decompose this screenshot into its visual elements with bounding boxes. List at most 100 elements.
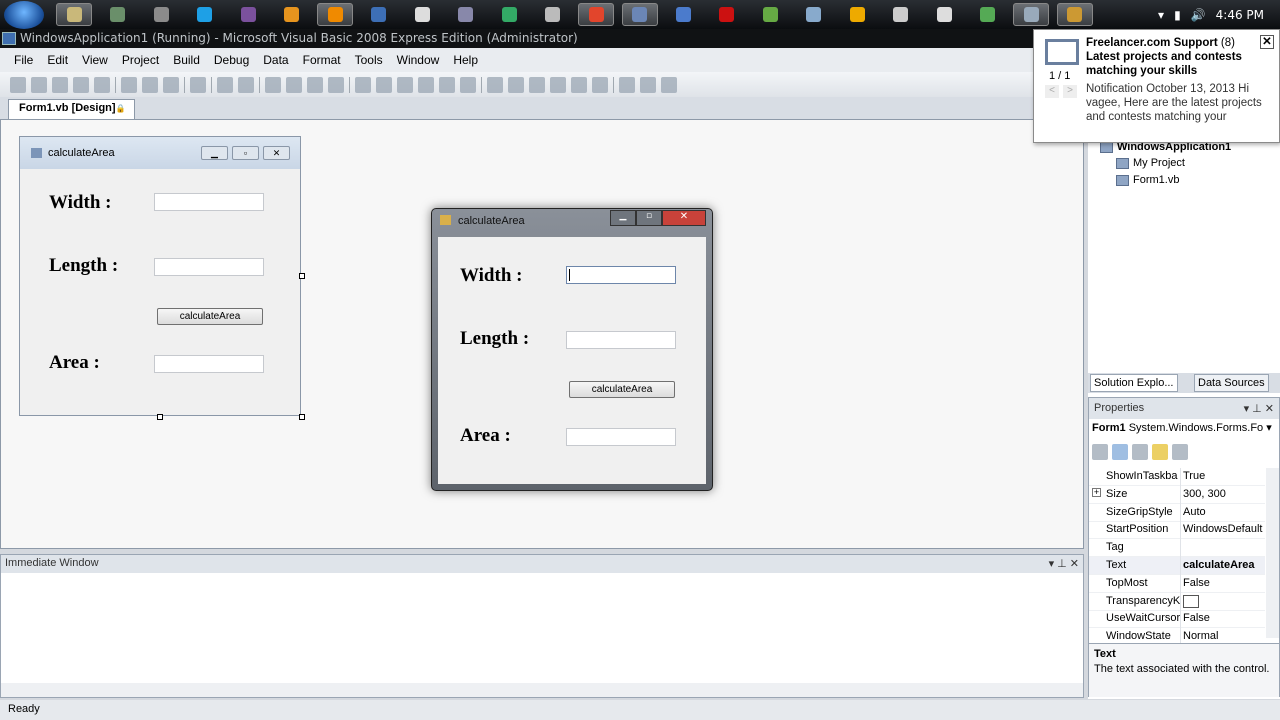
area-textbox[interactable]: [154, 355, 264, 373]
property-row[interactable]: StartPosition WindowsDefault: [1089, 521, 1265, 540]
save-all-icon[interactable]: [94, 76, 110, 93]
tab-solution-explorer[interactable]: Solution Explo...: [1090, 374, 1178, 392]
property-value[interactable]: Normal: [1183, 630, 1265, 642]
property-value[interactable]: calculateArea: [1183, 559, 1265, 571]
open-icon[interactable]: [31, 76, 47, 93]
start-icon[interactable]: [355, 76, 371, 93]
property-value[interactable]: Auto: [1183, 506, 1265, 518]
object-browser-icon[interactable]: [529, 76, 545, 93]
maximize-button[interactable]: ▫: [636, 210, 662, 226]
copy-icon[interactable]: [142, 76, 158, 93]
resize-handle-bottom[interactable]: [157, 414, 163, 420]
resize-handle-right[interactable]: [299, 273, 305, 279]
property-value[interactable]: False: [1183, 612, 1265, 624]
menu-file[interactable]: File: [7, 53, 40, 67]
taskbar-game-icon[interactable]: [752, 3, 788, 26]
find-icon[interactable]: [190, 76, 206, 93]
length-textbox[interactable]: [566, 331, 676, 349]
taskbar-media-icon[interactable]: [274, 3, 310, 26]
navigate-forward-icon[interactable]: [328, 76, 344, 93]
start-button[interactable]: [4, 1, 44, 29]
undo-icon[interactable]: [265, 76, 281, 93]
redo-icon[interactable]: [286, 76, 302, 93]
property-row[interactable]: Tag: [1089, 539, 1265, 558]
properties-icon[interactable]: [508, 76, 524, 93]
taskbar-visual-basic-icon[interactable]: [621, 3, 658, 26]
power-icon[interactable]: ▮: [1174, 8, 1181, 22]
minimize-button[interactable]: ▁: [610, 210, 636, 226]
menu-format[interactable]: Format: [296, 53, 348, 67]
property-pages-icon[interactable]: [1172, 444, 1188, 460]
taskbar-ie-icon[interactable]: [665, 3, 701, 26]
object-selector[interactable]: Form1 System.Windows.Forms.Fo ▾: [1092, 421, 1276, 439]
property-value[interactable]: False: [1183, 577, 1265, 589]
menu-edit[interactable]: Edit: [40, 53, 75, 67]
taskbar-explorer-icon[interactable]: [56, 3, 92, 26]
events-icon[interactable]: [1152, 444, 1168, 460]
menu-view[interactable]: View: [75, 53, 115, 67]
taskbar-tool-icon[interactable]: [448, 3, 484, 26]
step-out-icon[interactable]: [460, 76, 476, 93]
tree-item-form1[interactable]: Form1.vb: [1116, 174, 1179, 186]
property-value[interactable]: True: [1183, 470, 1265, 482]
next-button[interactable]: >: [1063, 85, 1077, 98]
taskbar-skype-icon[interactable]: [187, 3, 223, 26]
taskbar-notes-icon[interactable]: [883, 3, 919, 26]
taskbar-infinity-icon[interactable]: [839, 3, 875, 26]
step-over-icon[interactable]: [439, 76, 455, 93]
property-value[interactable]: 300, 300: [1183, 488, 1265, 500]
panel-controls[interactable]: ▾ ⊥ ✕: [1049, 557, 1079, 571]
output-icon[interactable]: [592, 76, 608, 93]
taskbar-acrobat-icon[interactable]: [709, 3, 745, 26]
close-icon[interactable]: ✕: [1260, 35, 1274, 49]
color-swatch[interactable]: [1183, 594, 1199, 608]
taskbar-network-icon[interactable]: [143, 3, 179, 26]
property-row[interactable]: SizeGripStyle Auto: [1089, 503, 1265, 522]
menu-window[interactable]: Window: [390, 53, 447, 67]
taskbar-document-icon[interactable]: [1013, 3, 1049, 26]
taskbar-android-icon[interactable]: [970, 3, 1006, 26]
taskbar-color-app-icon[interactable]: [491, 3, 527, 26]
property-value[interactable]: WindowsDefault: [1183, 523, 1265, 535]
paste-icon[interactable]: [163, 76, 179, 93]
pause-icon[interactable]: [376, 76, 392, 93]
tree-item-my-project[interactable]: My Project: [1116, 157, 1185, 169]
menu-help[interactable]: Help: [446, 53, 485, 67]
new-project-icon[interactable]: [10, 76, 26, 93]
uncomment-icon[interactable]: [238, 76, 254, 93]
step-into-icon[interactable]: [418, 76, 434, 93]
taskbar-app-icon[interactable]: [535, 3, 571, 26]
immediate-window[interactable]: Immediate Window ▾ ⊥ ✕: [0, 554, 1084, 698]
taskbar-paint-icon[interactable]: [926, 3, 962, 26]
save-icon[interactable]: [73, 76, 89, 93]
add-item-icon[interactable]: [52, 76, 68, 93]
property-row[interactable]: TopMost False: [1089, 574, 1265, 593]
resize-handle-corner[interactable]: [299, 414, 305, 420]
taskbar-vlc-icon[interactable]: [317, 3, 353, 26]
tab-order-icon[interactable]: [661, 76, 677, 93]
cut-icon[interactable]: [121, 76, 137, 93]
prev-button[interactable]: <: [1045, 85, 1059, 98]
properties-icon[interactable]: [1132, 444, 1148, 460]
menu-build[interactable]: Build: [166, 53, 207, 67]
stop-icon[interactable]: [397, 76, 413, 93]
start-page-icon[interactable]: [619, 76, 635, 93]
navigate-back-icon[interactable]: [307, 76, 323, 93]
calculate-area-button[interactable]: calculateArea: [157, 308, 263, 325]
tab-form1-design[interactable]: Form1.vb [Design]🔒: [8, 99, 135, 119]
alphabetical-icon[interactable]: [1112, 444, 1128, 460]
property-row[interactable]: ShowInTaskba True: [1089, 468, 1265, 486]
property-row[interactable]: UseWaitCursor False: [1089, 610, 1265, 629]
taskbar-remote-desktop-icon[interactable]: [100, 3, 136, 26]
taskbar-cube-icon[interactable]: [796, 3, 832, 26]
categorized-icon[interactable]: [1092, 444, 1108, 460]
area-textbox[interactable]: [566, 428, 676, 446]
gmail-notification[interactable]: 1 / 1 < > Freelancer.com Support (8) Lat…: [1033, 29, 1280, 143]
property-row[interactable]: TransparencyK: [1089, 592, 1265, 611]
design-form[interactable]: calculateArea ▁ ▫ ✕ Width : Length : cal…: [19, 136, 301, 416]
menu-project[interactable]: Project: [115, 53, 166, 67]
taskbar-vb-running-icon[interactable]: [1056, 3, 1093, 26]
taskbar-chat-icon[interactable]: [404, 3, 440, 26]
comment-icon[interactable]: [217, 76, 233, 93]
close-button[interactable]: ✕: [662, 210, 706, 226]
